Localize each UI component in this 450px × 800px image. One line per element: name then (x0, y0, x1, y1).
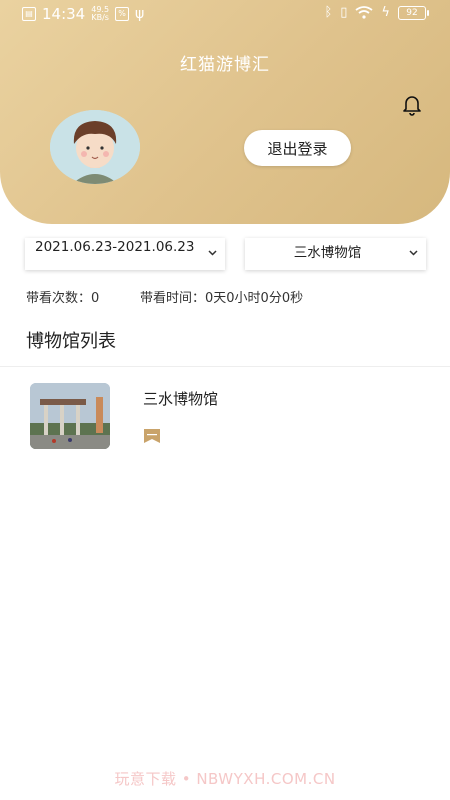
network-speed: 49.5 KB/s (91, 5, 110, 22)
chevron-down-icon (208, 250, 217, 256)
date-range-value: 2021.06.23-2021.06.23 (35, 239, 195, 255)
wifi-icon (355, 6, 373, 19)
museum-select-value: 三水博物馆 (293, 245, 362, 261)
charging-icon: ϟ (381, 5, 390, 20)
profile-header: ▤ 14:34 49.5 KB/s % ψ ᛒ ▯ ϟ 92 红猫游博汇 退出登… (0, 0, 450, 224)
vibrate-icon: ▯ (340, 5, 348, 20)
status-bar: ▤ 14:34 49.5 KB/s % ψ ᛒ ▯ ϟ 92 (0, 0, 450, 28)
notification-bell-icon[interactable] (400, 92, 424, 116)
visit-time: 带看时间：0天0小时0分0秒 (140, 287, 303, 306)
visit-count-value: 0 (91, 291, 100, 306)
avatar-illustration (50, 110, 140, 184)
user-avatar[interactable] (50, 110, 140, 184)
visit-time-label: 带看时间： (140, 291, 206, 306)
museum-select[interactable]: 三水博物馆 (245, 238, 426, 270)
date-range-select[interactable]: 2021.06.23-2021.06.23 (25, 238, 225, 270)
museum-list-item[interactable]: 三水博物馆 (0, 370, 450, 460)
visit-count-label: 带看次数： (26, 291, 92, 306)
watermark-text: 玩意下载 • NBWYXH.COM.CN (114, 770, 336, 788)
museum-list-title: 博物馆列表 (26, 331, 116, 352)
sim-card-icon: ▤ (22, 7, 36, 21)
museum-name: 三水博物馆 (143, 390, 219, 408)
bookmark-icon (144, 429, 160, 443)
bluetooth-icon: ᛒ (324, 5, 333, 20)
battery-icon: 92 (398, 5, 429, 20)
hd-badge-icon: % (115, 7, 130, 21)
visit-time-value: 0天0小时0分0秒 (205, 291, 304, 306)
museum-thumbnail (30, 383, 110, 449)
visit-count: 带看次数：0 (26, 287, 99, 306)
chevron-down-icon (409, 250, 418, 256)
logout-button[interactable]: 退出登录 (244, 130, 351, 166)
app-title: 红猫游博汇 (180, 55, 270, 75)
status-time: 14:34 (42, 5, 86, 23)
divider (0, 366, 450, 367)
usb-icon: ψ (135, 6, 145, 22)
